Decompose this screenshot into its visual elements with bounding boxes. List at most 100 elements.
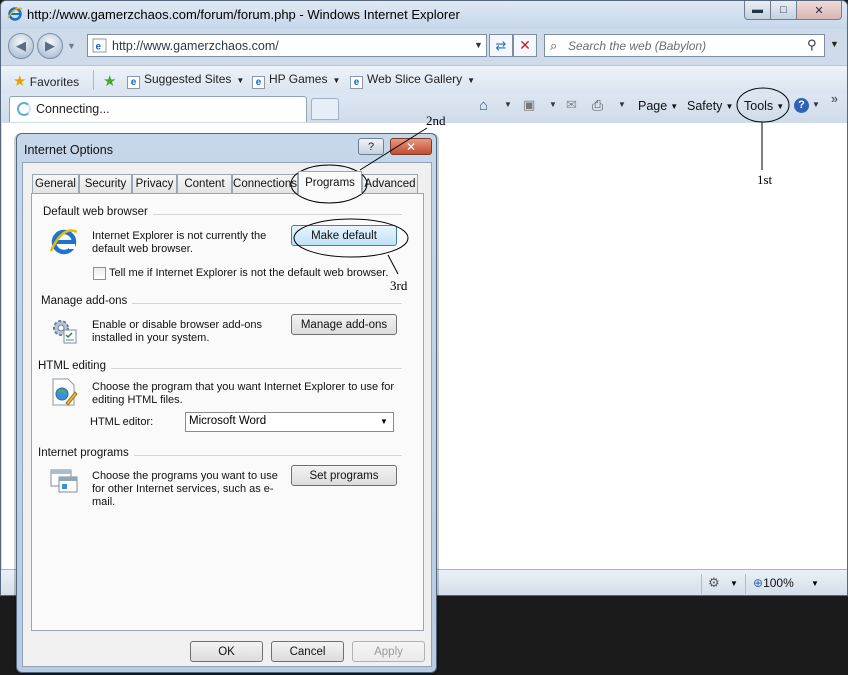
favorites-button[interactable]: ★ Favorites xyxy=(13,72,79,90)
chevron-down-icon[interactable]: ▼ xyxy=(549,100,557,109)
tab-content[interactable]: Content xyxy=(177,174,232,193)
add-to-favorites-bar-button[interactable]: ★ xyxy=(103,72,116,90)
make-default-button[interactable]: Make default xyxy=(291,225,397,246)
tab-advanced[interactable]: Advanced xyxy=(362,174,418,193)
feeds-icon[interactable]: ▣ xyxy=(523,97,535,113)
stop-button[interactable]: ✕ xyxy=(513,34,537,57)
ie-page-icon: e xyxy=(127,76,140,89)
tab-connections[interactable]: Connections xyxy=(232,174,298,193)
back-arrow-icon: ◀ xyxy=(16,38,26,53)
group-default-browser: Default web browser xyxy=(43,206,153,218)
programs-panel: Default web browser Internet Explorer is… xyxy=(31,193,424,631)
close-window-button[interactable]: ✕ xyxy=(796,1,842,20)
fav-label: HP Games xyxy=(269,72,328,86)
ok-button[interactable]: OK xyxy=(190,641,263,662)
tab-security[interactable]: Security xyxy=(79,174,132,193)
address-dropdown-icon[interactable]: ▼ xyxy=(474,40,483,50)
tab-privacy[interactable]: Privacy xyxy=(132,174,177,193)
chevron-down-icon: ▼ xyxy=(236,76,245,85)
fav-web-slice-gallery[interactable]: e Web Slice Gallery ▼ xyxy=(350,72,475,89)
home-icon[interactable]: ⌂ xyxy=(479,97,488,114)
default-browser-checkbox-label[interactable]: Tell me if Internet Explorer is not the … xyxy=(109,267,388,280)
zoom-level[interactable]: ⊕100% xyxy=(753,576,794,590)
group-manage-addons: Manage add-ons xyxy=(41,295,133,307)
dialog-close-button[interactable]: ✕ xyxy=(390,138,432,155)
loading-spinner-icon xyxy=(17,102,31,116)
chevron-down-icon[interactable]: ▼ xyxy=(618,100,626,109)
favorites-label: Favorites xyxy=(29,75,80,89)
ie-logo-icon xyxy=(7,7,23,21)
chevron-down-icon[interactable]: ▼ xyxy=(812,100,820,109)
safety-menu[interactable]: Safety ▼ xyxy=(687,99,733,113)
html-editor-label: HTML editor: xyxy=(90,416,154,428)
help-icon[interactable]: ? xyxy=(794,98,809,113)
group-internet-programs: Internet programs xyxy=(38,447,134,459)
chevron-down-icon[interactable]: ▼ xyxy=(730,579,738,588)
html-editor-value: Microsoft Word xyxy=(189,415,267,427)
ie-page-icon: e xyxy=(350,76,363,89)
maximize-icon: □ xyxy=(780,4,787,16)
page-menu[interactable]: Page ▼ xyxy=(638,99,678,113)
window-title: http://www.gamerzchaos.com/forum/forum.p… xyxy=(27,7,460,22)
search-icon[interactable]: ⚲ xyxy=(807,37,817,53)
manage-addons-button[interactable]: Manage add-ons xyxy=(291,314,397,335)
ie-page-icon: e xyxy=(252,76,265,89)
html-editor-icon xyxy=(52,378,78,406)
addons-text: Enable or disable browser add-ons instal… xyxy=(92,319,262,344)
more-commands-icon[interactable]: » xyxy=(831,92,838,106)
forward-button[interactable]: ▶ xyxy=(37,33,63,59)
search-input[interactable]: Search the web (Babylon) xyxy=(568,39,706,53)
fav-suggested-sites[interactable]: e Suggested Sites ▼ xyxy=(127,72,244,89)
close-icon: ✕ xyxy=(814,4,824,17)
page-icon: e xyxy=(92,38,107,53)
chevron-down-icon: ▼ xyxy=(332,76,341,85)
chevron-down-icon[interactable]: ▼ xyxy=(811,579,819,588)
recent-pages-dropdown[interactable]: ▼ xyxy=(67,41,76,51)
search-options-dropdown[interactable]: ▼ xyxy=(830,39,839,49)
annotation-label-second: 2nd xyxy=(426,113,446,128)
minimize-icon: ▬ xyxy=(752,4,763,16)
search-box[interactable]: ⌕ Search the web (Babylon) ⚲ xyxy=(544,34,825,57)
maximize-button[interactable]: □ xyxy=(770,1,797,20)
back-button[interactable]: ◀ xyxy=(8,33,34,59)
refresh-button[interactable]: ⇄ xyxy=(489,34,513,57)
internet-programs-icon xyxy=(50,469,78,493)
browser-tab[interactable]: Connecting... xyxy=(9,96,307,122)
zoom-icon: ⊕ xyxy=(753,576,764,590)
stop-icon: ✕ xyxy=(519,37,531,53)
dialog-help-button[interactable]: ? xyxy=(358,138,384,155)
apply-button[interactable]: Apply xyxy=(352,641,425,662)
chevron-down-icon: ▼ xyxy=(776,102,785,111)
divider xyxy=(701,574,702,594)
set-programs-button[interactable]: Set programs xyxy=(291,465,397,486)
ie-titlebar: http://www.gamerzchaos.com/forum/forum.p… xyxy=(1,1,847,29)
internet-options-dialog: Internet Options ? ✕ General Security Pr… xyxy=(16,133,437,673)
html-editor-select[interactable]: Microsoft Word ▼ xyxy=(185,412,394,432)
new-tab-button[interactable] xyxy=(311,98,339,120)
fav-hp-games[interactable]: e HP Games ▼ xyxy=(252,72,340,89)
default-browser-checkbox[interactable] xyxy=(93,267,106,280)
html-editing-text: Choose the program that you want Interne… xyxy=(92,381,395,406)
divider xyxy=(93,70,94,90)
chevron-down-icon[interactable]: ▼ xyxy=(504,100,512,109)
fav-label: Suggested Sites xyxy=(144,72,232,86)
tools-menu[interactable]: Tools ▼ xyxy=(744,99,784,113)
dialog-client: General Security Privacy Content Connect… xyxy=(22,162,432,667)
search-provider-icon: ⌕ xyxy=(550,38,558,53)
addons-gear-icon xyxy=(53,320,77,344)
default-browser-text: Internet Explorer is not currently the d… xyxy=(92,230,267,255)
minimize-button[interactable]: ▬ xyxy=(744,1,771,20)
tab-general[interactable]: General xyxy=(32,174,79,193)
tab-row: Connecting... ⌂ ▼ ▣ ▼ ✉ ⎙ ▼ Page ▼ Safety… xyxy=(1,92,847,123)
address-input[interactable]: http://www.gamerzchaos.com/ xyxy=(112,39,279,53)
cancel-button[interactable]: Cancel xyxy=(271,641,344,662)
address-bar[interactable]: e http://www.gamerzchaos.com/ ▼ xyxy=(87,34,487,57)
mail-icon[interactable]: ✉ xyxy=(566,97,577,113)
dialog-title: Internet Options xyxy=(24,143,113,157)
tab-programs[interactable]: Programs xyxy=(298,171,362,194)
annotation-label-third: 3rd xyxy=(390,278,408,293)
divider xyxy=(745,574,746,594)
protected-mode-icon[interactable]: ⚙ xyxy=(708,575,720,591)
tools-menu-label: Tools xyxy=(744,99,774,113)
print-icon[interactable]: ⎙ xyxy=(592,97,603,114)
